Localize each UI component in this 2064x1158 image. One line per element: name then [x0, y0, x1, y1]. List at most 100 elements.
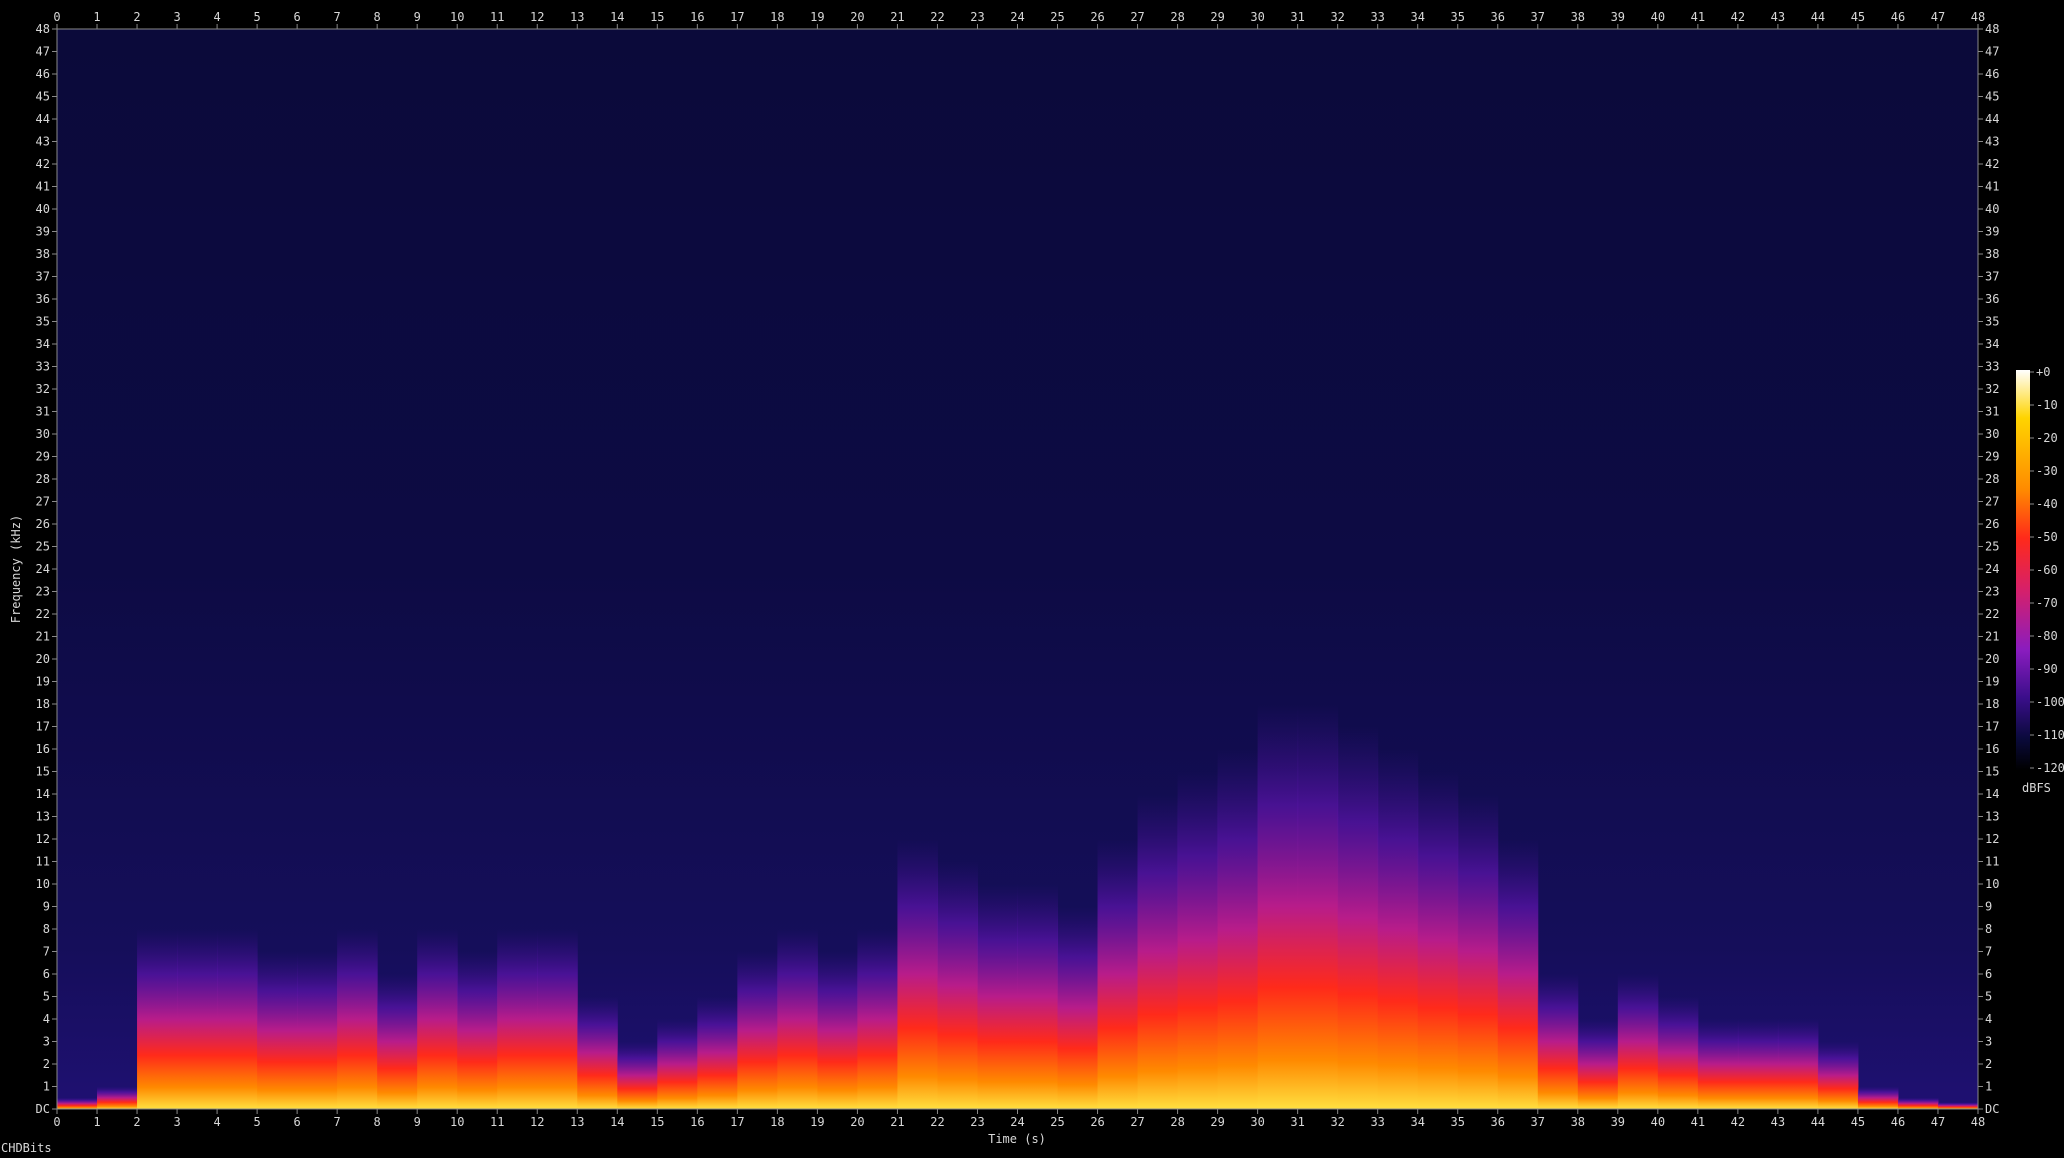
- energy-column: [337, 929, 378, 1109]
- x-axis-label: Time (s): [988, 1132, 1046, 1146]
- x-tick-label: 9: [414, 10, 421, 24]
- x-tick-label: 17: [730, 10, 744, 24]
- x-tick-label: 14: [610, 1115, 624, 1129]
- energy-column: [1737, 1019, 1779, 1109]
- energy-column: [1417, 771, 1459, 1109]
- energy-column: [577, 996, 618, 1109]
- colorbar-tick-label: -100: [2036, 695, 2064, 709]
- x-tick-label: 5: [253, 10, 260, 24]
- y-tick-label: 36: [1985, 292, 1999, 306]
- colorbar-tick-label: -60: [2036, 563, 2058, 577]
- x-tick-label: 5: [253, 1115, 260, 1129]
- x-tick-label: 3: [173, 1115, 180, 1129]
- y-tick-label: 48: [36, 22, 50, 36]
- energy-column: [737, 951, 778, 1109]
- y-tick-label: 9: [1985, 900, 1992, 914]
- x-tick-label: 43: [1771, 1115, 1785, 1129]
- colorbar-tick-label: -20: [2036, 431, 2058, 445]
- x-tick-label: 26: [1090, 10, 1104, 24]
- y-tick-label: 6: [1985, 967, 1992, 981]
- energy-column: [657, 1019, 698, 1109]
- y-axis-right: DC12345678910111213141516171819202122232…: [1978, 22, 1999, 1116]
- x-tick-label: 12: [530, 1115, 544, 1129]
- y-tick-label: 9: [43, 900, 50, 914]
- x-tick-label: 44: [1811, 10, 1825, 24]
- y-tick-label: 3: [43, 1035, 50, 1049]
- y-tick-label: 26: [36, 517, 50, 531]
- y-tick-label: 20: [36, 652, 50, 666]
- x-tick-label: 34: [1410, 10, 1424, 24]
- y-tick-label: 18: [36, 697, 50, 711]
- y-tick-label: 29: [36, 450, 50, 464]
- y-tick-label: 41: [1985, 180, 1999, 194]
- x-tick-label: 22: [930, 1115, 944, 1129]
- y-tick-label: 4: [1985, 1012, 1992, 1026]
- colorbar-ticks: +0 -10 -20 -30 -40 -50 -60 -70 -80 -90 -100 -110 -12…: [2030, 365, 2064, 775]
- x-tick-label: 2: [133, 1115, 140, 1129]
- y-tick-label: 16: [1985, 742, 1999, 756]
- y-tick-label: 42: [1985, 157, 1999, 171]
- y-tick-label: 12: [36, 832, 50, 846]
- y-tick-label: 13: [36, 810, 50, 824]
- x-tick-label: 42: [1731, 10, 1745, 24]
- x-tick-label: 38: [1571, 1115, 1585, 1129]
- x-tick-label: 11: [490, 1115, 504, 1129]
- energy-column: [1937, 1102, 1978, 1109]
- y-tick-label: 28: [36, 472, 50, 486]
- x-tick-label: 44: [1811, 1115, 1825, 1129]
- y-tick-label: 46: [36, 67, 50, 81]
- x-tick-label: 27: [1130, 1115, 1144, 1129]
- x-tick-label: 13: [570, 10, 584, 24]
- x-tick-label: 6: [294, 1115, 301, 1129]
- energy-column: [377, 974, 418, 1109]
- energy-column: [1817, 1041, 1859, 1109]
- x-tick-label: 40: [1651, 10, 1665, 24]
- x-tick-label: 30: [1250, 1115, 1264, 1129]
- energy-column: [1657, 996, 1699, 1109]
- energy-column: [1697, 1019, 1739, 1109]
- energy-column: [697, 996, 738, 1109]
- y-tick-label: 16: [36, 742, 50, 756]
- y-tick-label: 23: [1985, 585, 1999, 599]
- x-tick-label: 38: [1571, 10, 1585, 24]
- y-tick-label: 32: [1985, 382, 1999, 396]
- x-tick-label: 1: [93, 1115, 100, 1129]
- x-tick-label: 11: [490, 10, 504, 24]
- y-tick-label: 27: [36, 495, 50, 509]
- y-tick-label: 22: [36, 607, 50, 621]
- x-tick-label: 45: [1851, 10, 1865, 24]
- y-tick-label: 19: [1985, 675, 1999, 689]
- y-tick-label: 11: [36, 855, 50, 869]
- y-tick-label: 5: [43, 990, 50, 1004]
- y-tick-label: 44: [1985, 112, 1999, 126]
- y-tick-label: 27: [1985, 495, 1999, 509]
- x-tick-label: 13: [570, 1115, 584, 1129]
- y-tick-label: 7: [43, 945, 50, 959]
- x-tick-label: 17: [730, 1115, 744, 1129]
- x-tick-label: 16: [690, 1115, 704, 1129]
- x-tick-label: 31: [1290, 10, 1304, 24]
- y-tick-label: 46: [1985, 67, 1999, 81]
- colorbar-tick-label: -90: [2036, 662, 2058, 676]
- energy-column: [57, 1097, 98, 1109]
- x-tick-label: 39: [1611, 1115, 1625, 1129]
- y-tick-label: 40: [36, 202, 50, 216]
- energy-column: [897, 839, 938, 1109]
- y-tick-label: 43: [1985, 135, 1999, 149]
- y-tick-label: 12: [1985, 832, 1999, 846]
- x-tick-label: 33: [1370, 1115, 1384, 1129]
- x-tick-label: 23: [970, 10, 984, 24]
- y-tick-label: 3: [1985, 1035, 1992, 1049]
- x-tick-label: 25: [1050, 10, 1064, 24]
- y-tick-label: 13: [1985, 810, 1999, 824]
- energy-column: [1777, 1019, 1819, 1109]
- energy-column: [777, 929, 818, 1109]
- colorbar-gradient: [2016, 370, 2030, 770]
- y-tick-label: 33: [1985, 360, 1999, 374]
- y-tick-label: 40: [1985, 202, 1999, 216]
- y-tick-label: 6: [43, 967, 50, 981]
- y-tick-label: 4: [43, 1012, 50, 1026]
- y-tick-label: 20: [1985, 652, 1999, 666]
- y-tick-label: 19: [36, 675, 50, 689]
- energy-column: [177, 929, 218, 1109]
